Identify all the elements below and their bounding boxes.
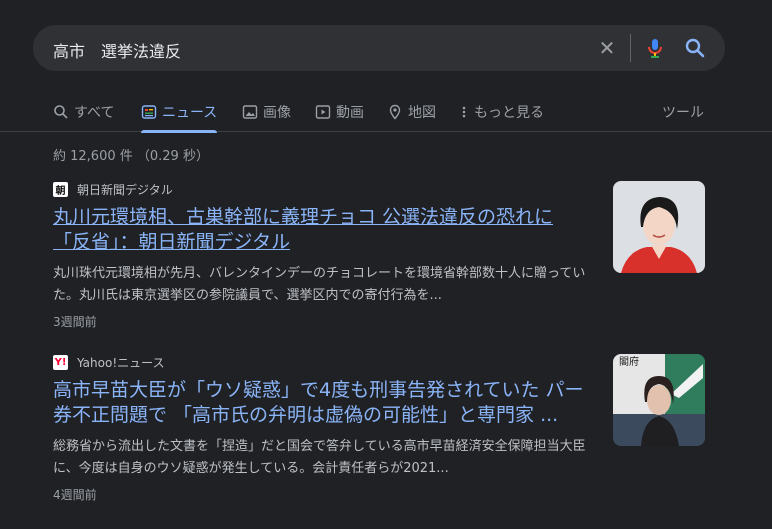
search-input[interactable]: 高市 選挙法違反 bbox=[53, 38, 181, 62]
result-snippet: 総務省から流出した文書を「捏造」だと国会で答弁している高市早苗経済安全保障担当大… bbox=[53, 439, 586, 476]
result-age: 4週間前 bbox=[53, 488, 97, 502]
tab-label: 地図 bbox=[408, 105, 436, 121]
source-name: 朝日新聞デジタル bbox=[77, 182, 173, 197]
more-vert-icon bbox=[459, 104, 469, 120]
news-result: 朝 朝日新聞デジタル 丸川元環境相、古巣幹部に義理チョコ 公選法違反の恐れに「反… bbox=[53, 181, 713, 330]
result-snippet: 丸川珠代元環境相が先月、バレンタインデーのチョコレートを環境省幹部数十人に贈って… bbox=[53, 266, 586, 303]
tab-maps[interactable]: 地図 bbox=[387, 92, 436, 132]
search-icon[interactable] bbox=[683, 36, 707, 60]
source-name: Yahoo!ニュース bbox=[77, 355, 165, 370]
tab-label: ニュース bbox=[162, 105, 218, 121]
tab-videos[interactable]: 動画 bbox=[315, 92, 364, 132]
result-thumbnail[interactable]: 閣府 bbox=[613, 354, 705, 446]
tab-all[interactable]: すべて bbox=[53, 92, 114, 132]
tab-label: すべて bbox=[74, 105, 115, 121]
image-icon bbox=[242, 104, 258, 120]
result-thumbnail[interactable] bbox=[613, 181, 705, 273]
search-bar[interactable]: 高市 選挙法違反 ✕ bbox=[33, 25, 725, 71]
result-title-link[interactable]: 高市早苗大臣が「ウソ疑惑」で4度も刑事告発されていた パー券不正問題で 「高市氏… bbox=[53, 378, 588, 428]
yahoo-favicon-icon: Y! bbox=[53, 354, 68, 370]
tab-images[interactable]: 画像 bbox=[242, 92, 291, 132]
search-divider bbox=[630, 34, 631, 62]
video-icon bbox=[315, 104, 331, 120]
news-icon bbox=[141, 104, 157, 120]
result-title-link[interactable]: 丸川元環境相、古巣幹部に義理チョコ 公選法違反の恐れに「反省」：朝日新聞デジタル bbox=[53, 205, 588, 255]
search-icon bbox=[53, 104, 69, 120]
tab-label: 動画 bbox=[336, 105, 364, 121]
tab-news[interactable]: ニュース bbox=[141, 92, 218, 133]
thumbnail-sign-text: 閣府 bbox=[619, 355, 639, 368]
tab-label: ツール bbox=[662, 105, 704, 121]
news-result: Y! Yahoo!ニュース 高市早苗大臣が「ウソ疑惑」で4度も刑事告発されていた… bbox=[53, 354, 713, 503]
map-pin-icon bbox=[387, 104, 403, 120]
search-tabs: すべて ニュース 画像 動画 地図 もっと見る ツール bbox=[0, 92, 772, 133]
result-stats: 約 12,600 件 （0.29 秒） bbox=[53, 149, 209, 164]
tab-label: もっと見る bbox=[474, 105, 544, 121]
close-icon[interactable]: ✕ bbox=[595, 36, 619, 60]
tab-label: 画像 bbox=[263, 105, 291, 121]
microphone-icon[interactable] bbox=[643, 36, 667, 60]
tools-button[interactable]: ツール bbox=[662, 92, 704, 132]
result-age: 3週間前 bbox=[53, 315, 97, 329]
tab-more[interactable]: もっと見る bbox=[459, 92, 544, 132]
asahi-favicon-icon: 朝 bbox=[53, 181, 68, 197]
